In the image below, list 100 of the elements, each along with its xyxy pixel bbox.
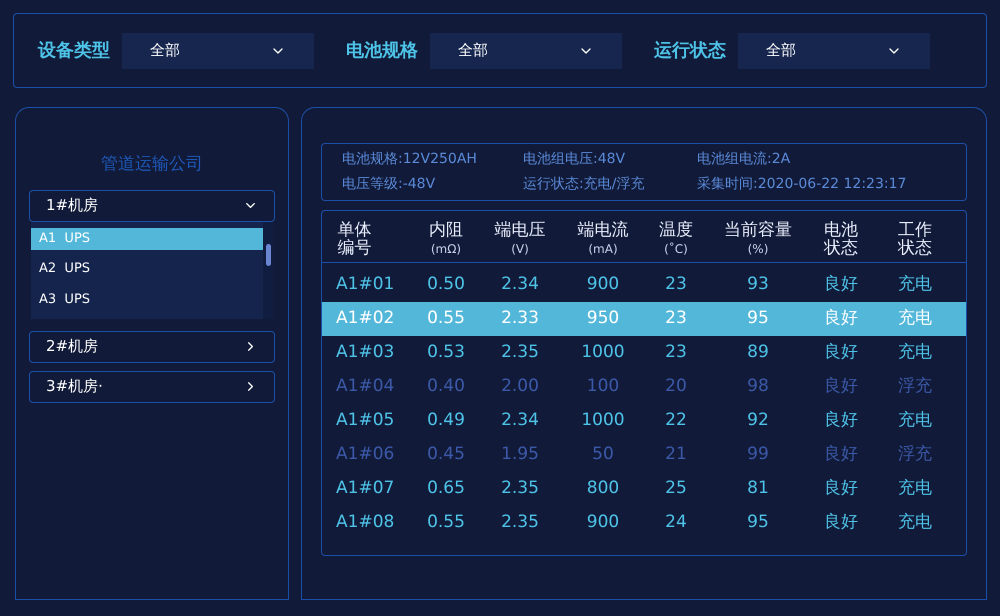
- table-cell-text: 0.40: [426, 375, 466, 398]
- table-cell-text: 0.55: [426, 307, 466, 330]
- table-row[interactable]: A1#03 0.53 2.35 1000 23 89 良好 充电: [322, 336, 966, 370]
- filter-label: 设备类型: [38, 39, 110, 63]
- column-header: 电池状态: [822, 220, 859, 256]
- table-cell-text: 0.50: [426, 273, 466, 296]
- table-cell-text: 2.34: [500, 273, 540, 296]
- room-header[interactable]: 1#机房: [29, 190, 275, 222]
- info-text: 采集时间:2020-06-22 12:23:17: [697, 175, 908, 194]
- column-header: 工作状态: [896, 220, 933, 256]
- filter-dropdown[interactable]: 全部: [122, 32, 314, 68]
- table-cell-text: 89: [746, 341, 770, 364]
- table-cell-text: 良好: [823, 273, 859, 296]
- table-cell-text: A1#01: [335, 273, 396, 296]
- table-row[interactable]: A1#07 0.65 2.35 800 25 81 良好 充电: [322, 472, 966, 506]
- table-cell-text: 良好: [823, 307, 859, 330]
- room-header[interactable]: 2#机房: [29, 330, 275, 362]
- table-cell-text: 0.53: [426, 341, 466, 364]
- table-cell-text: 充电: [897, 409, 933, 432]
- table-cell-text: 22: [664, 409, 688, 432]
- table-cell-text: 81: [746, 477, 770, 500]
- table-cell-text: 2.33: [500, 307, 540, 330]
- ups-item[interactable]: A2 UPS: [31, 258, 263, 280]
- table-cell-text: 充电: [897, 477, 933, 500]
- room-header[interactable]: 3#机房·: [29, 370, 275, 402]
- table-cell-text: 良好: [823, 409, 859, 432]
- table-cell-text: 0.65: [426, 477, 466, 500]
- unit-label: (mA): [588, 240, 618, 258]
- filter-dropdown[interactable]: 全部: [738, 32, 930, 68]
- unit-label: (mΩ): [430, 240, 462, 258]
- column-header: 端电流: [578, 220, 628, 240]
- table-cell-text: 21: [664, 443, 688, 466]
- table-cell-text: 0.45: [426, 443, 466, 466]
- table-cell-text: 1000: [580, 409, 626, 432]
- table-cell-text: 95: [746, 511, 770, 534]
- unit-label: (%): [748, 240, 768, 258]
- info-text: 电池规格:12V250AH: [342, 150, 478, 169]
- table-cell-text: 99: [746, 443, 770, 466]
- table-cell-text: A1#03: [335, 341, 396, 364]
- table-cell-text: A1#02: [335, 307, 396, 330]
- table-cell-text: 800: [586, 477, 620, 500]
- info-text: 运行状态:充电/浮充: [523, 175, 646, 194]
- table-cell-text: 2.35: [500, 477, 540, 500]
- table-cell-text: A1#05: [335, 409, 396, 432]
- ups-item[interactable]: A3 UPS: [31, 288, 263, 310]
- table-cell-text: 良好: [823, 443, 859, 466]
- table-cell-text: 2.35: [500, 511, 540, 534]
- company-title: 管道运输公司: [100, 153, 204, 176]
- table-cell-text: 良好: [823, 477, 859, 500]
- table-cell-text: 2.35: [500, 341, 540, 364]
- table-cell-text: 2.34: [500, 409, 540, 432]
- table-cell-text: 浮充: [897, 443, 933, 466]
- table-cell-text: 2.00: [500, 375, 540, 398]
- table-cell-text: A1#07: [335, 477, 396, 500]
- column-header: 当前容量: [724, 220, 792, 240]
- table-cell-text: 24: [664, 511, 688, 534]
- filter-label: 运行状态: [654, 39, 726, 63]
- table-cell-text: A1#06: [335, 443, 396, 466]
- filter-label: 电池规格: [346, 39, 418, 63]
- table-cell-text: 充电: [897, 273, 933, 296]
- unit-label: (V): [511, 240, 529, 258]
- column-header: 单体编号: [336, 220, 373, 256]
- table-row[interactable]: A1#08 0.55 2.35 900 24 95 良好 充电: [322, 506, 966, 540]
- table-cell-text: 良好: [823, 341, 859, 364]
- table-cell-text: 23: [664, 307, 688, 330]
- table-cell-text: 良好: [823, 511, 859, 534]
- unit-label: (˚C): [664, 240, 688, 258]
- table-cell-text: 充电: [897, 307, 933, 330]
- info-text: 电池组电流:2A: [697, 150, 792, 169]
- table-cell-text: 23: [664, 273, 688, 296]
- table-cell-text: 充电: [897, 341, 933, 364]
- table-cell-text: 92: [746, 409, 770, 432]
- filter-dropdown[interactable]: 全部: [430, 32, 622, 68]
- table-cell-text: 98: [746, 375, 770, 398]
- table-cell-text: A1#04: [335, 375, 396, 398]
- table-cell-text: 0.55: [426, 511, 466, 534]
- table-cell-text: 1000: [580, 341, 626, 364]
- table-cell-text: 充电: [897, 511, 933, 534]
- table-cell-text: 良好: [823, 375, 859, 398]
- table-cell-text: 25: [664, 477, 688, 500]
- table-cell-text: 95: [746, 307, 770, 330]
- table-row[interactable]: A1#05 0.49 2.34 1000 22 92 良好 充电: [322, 404, 966, 438]
- table-cell-text: A1#08: [335, 511, 396, 534]
- table-cell-text: 950: [586, 307, 620, 330]
- table-cell-text: 1.95: [500, 443, 540, 466]
- table-cell-text: 93: [746, 273, 770, 296]
- table-cell-text: 900: [586, 511, 620, 534]
- column-header: 内阻: [429, 220, 463, 240]
- table-cell-text: 浮充: [897, 375, 933, 398]
- info-text: 电压等级:-48V: [342, 175, 436, 194]
- table-row[interactable]: A1#01 0.50 2.34 900 23 93 良好 充电: [322, 268, 966, 302]
- table-cell-text: 900: [586, 273, 620, 296]
- table-cell-text: 0.49: [426, 409, 466, 432]
- table-cell-text: 20: [664, 375, 688, 398]
- table-cell-text: 100: [586, 375, 620, 398]
- column-header: 端电压: [494, 220, 546, 240]
- scrollbar[interactable]: [263, 222, 273, 318]
- info-text: 电池组电压:48V: [523, 150, 626, 169]
- table-cell-text: 23: [664, 341, 688, 364]
- column-header: 温度: [659, 220, 693, 240]
